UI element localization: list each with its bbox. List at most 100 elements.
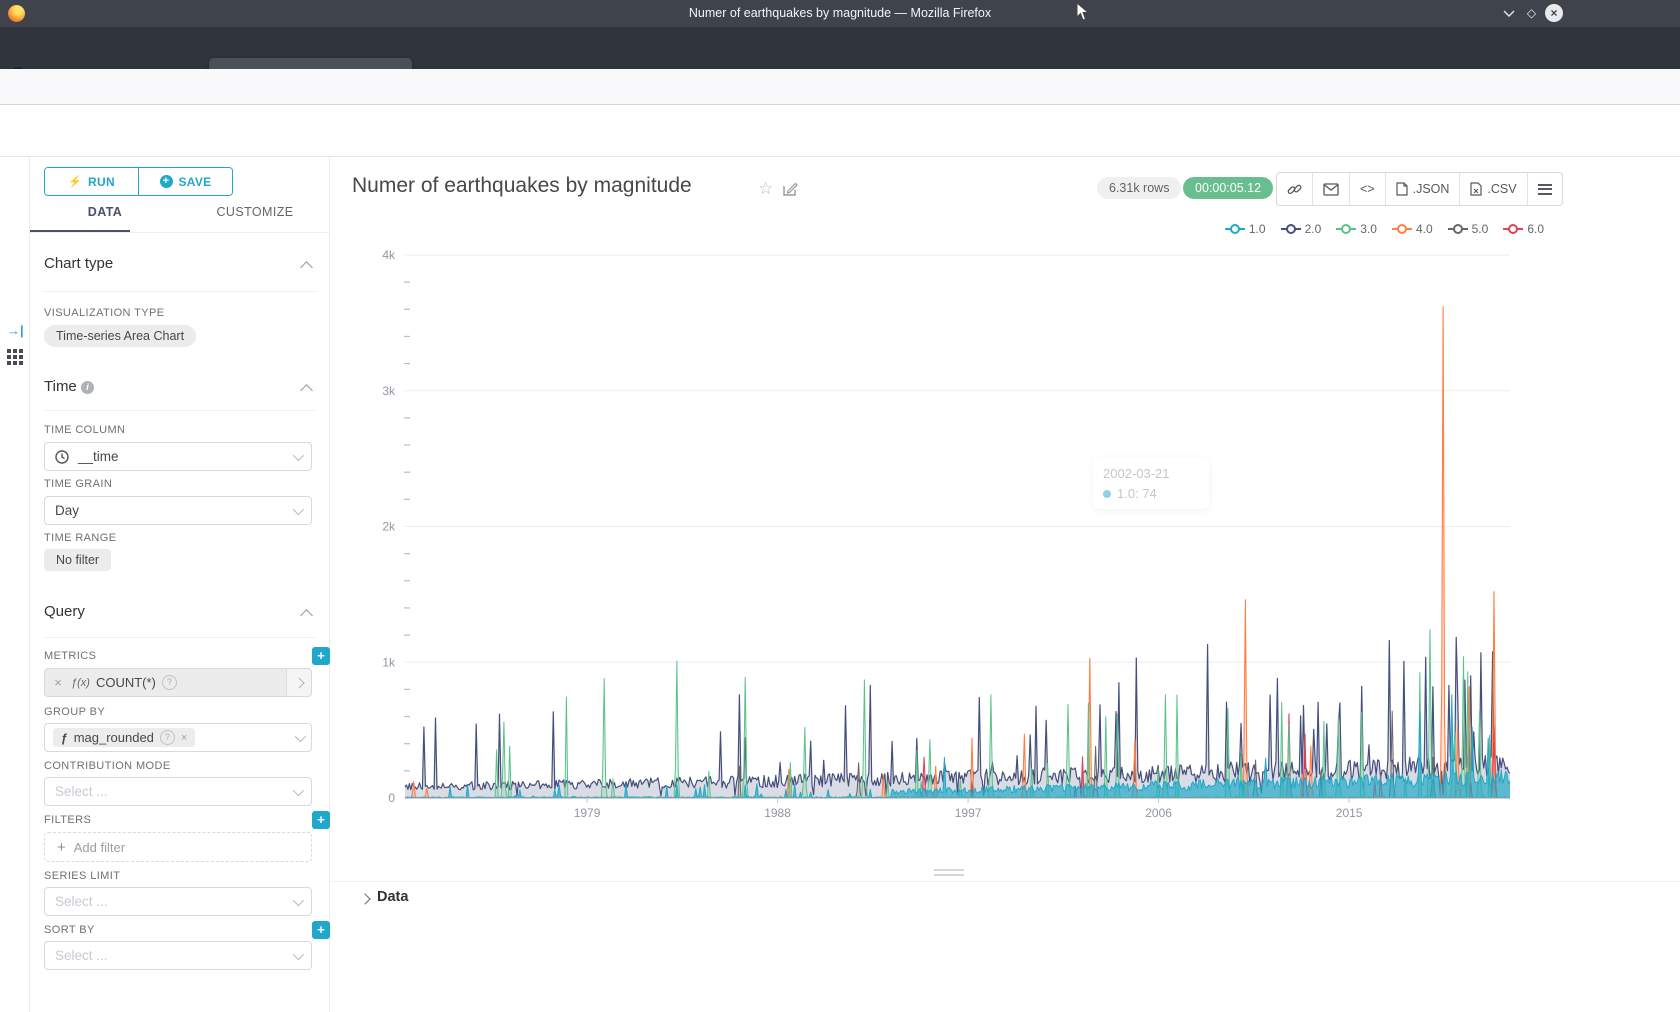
metric-name: COUNT(*) xyxy=(96,675,156,690)
section-chart-type: Chart type xyxy=(44,255,113,272)
tooltip-entry: 1.0: 74 xyxy=(1117,486,1157,501)
column-name: mag_rounded xyxy=(74,730,154,745)
rowcount-badge: 6.31k rows xyxy=(1097,177,1181,199)
tooltip-date: 2002-03-21 xyxy=(1103,466,1199,481)
email-button[interactable] xyxy=(1312,173,1349,205)
favorite-star-icon[interactable]: ☆ xyxy=(758,179,773,199)
tab-data[interactable]: DATA xyxy=(30,205,180,219)
plus-circle-icon: + xyxy=(160,175,173,188)
svg-text:2006: 2006 xyxy=(1145,806,1172,820)
time-grain-value: Day xyxy=(55,503,79,518)
chart-area: Numer of earthquakes by magnitude ☆ 6.31… xyxy=(330,157,1680,1012)
sort-by-select[interactable]: Select ... xyxy=(44,941,312,970)
svg-text:1997: 1997 xyxy=(955,806,982,820)
chevron-right-icon[interactable] xyxy=(359,893,370,904)
add-metric-button[interactable]: + xyxy=(312,647,330,665)
group-by-pill[interactable]: ƒ mag_rounded ? × xyxy=(53,728,195,747)
fx-icon: ƒ(x) xyxy=(71,677,90,689)
window-title: Numer of earthquakes by magnitude — Mozi… xyxy=(0,0,1680,27)
svg-text:2k: 2k xyxy=(382,520,396,534)
copy-link-button[interactable] xyxy=(1277,173,1312,205)
time-range-label: TIME RANGE xyxy=(44,532,116,544)
run-button[interactable]: ⚡ RUN xyxy=(45,168,138,195)
remove-column-icon[interactable]: × xyxy=(181,732,187,744)
svg-text:4k: 4k xyxy=(382,248,396,262)
panel-divider xyxy=(330,881,1680,882)
remove-metric-icon[interactable]: × xyxy=(45,675,71,690)
metric-item[interactable]: × ƒ(x) COUNT(*) ? xyxy=(44,668,312,697)
tab-bar: Apache Druid × ∞ Numer of earthquakes by… xyxy=(0,27,1680,69)
run-save-group: ⚡ RUN + SAVE xyxy=(44,167,233,196)
svg-text:1979: 1979 xyxy=(574,806,601,820)
code-icon: <> xyxy=(1360,182,1375,196)
window-minimize-button[interactable] xyxy=(1500,5,1517,22)
collapse-panel-icon[interactable]: →| xyxy=(7,323,24,338)
viz-type-pill[interactable]: Time-series Area Chart xyxy=(44,325,196,347)
add-filter-plus-button[interactable]: + xyxy=(312,811,330,829)
series-limit-select[interactable]: Select ... xyxy=(44,887,312,916)
time-grain-select[interactable]: Day xyxy=(44,496,312,525)
window-close-button[interactable]: × xyxy=(1545,4,1563,22)
clock-icon xyxy=(55,450,69,464)
select-placeholder: Select ... xyxy=(55,784,108,799)
file-icon xyxy=(1396,182,1408,196)
divider xyxy=(44,637,316,638)
chevron-up-icon[interactable] xyxy=(300,261,313,274)
chevron-down-icon xyxy=(293,784,304,795)
envelope-icon xyxy=(1323,183,1339,196)
chevron-up-icon[interactable] xyxy=(300,609,313,622)
export-json-button[interactable]: .JSON xyxy=(1385,173,1460,205)
file-csv-icon xyxy=(1470,182,1482,196)
svg-text:3k: 3k xyxy=(382,384,396,398)
select-placeholder: Select ... xyxy=(55,894,108,909)
embed-code-button[interactable]: <> xyxy=(1349,173,1385,205)
timeseries-area-chart[interactable]: 01k2k3k4k19791988199720062015 xyxy=(330,215,1680,840)
svg-text:1k: 1k xyxy=(382,655,396,669)
contribution-mode-label: CONTRIBUTION MODE xyxy=(44,760,171,772)
chevron-right-icon xyxy=(293,677,304,688)
query-timer-badge: 00:00:05.12 xyxy=(1183,177,1273,199)
group-by-label: GROUP BY xyxy=(44,706,105,718)
plus-icon: + xyxy=(57,839,66,856)
add-filter-label: Add filter xyxy=(74,840,125,855)
chevron-down-icon xyxy=(293,503,304,514)
metric-expand[interactable] xyxy=(286,669,311,696)
left-rail: →| xyxy=(0,157,30,1012)
filters-label: FILTERS xyxy=(44,814,91,826)
screen: Numer of earthquakes by magnitude — Mozi… xyxy=(0,0,1680,1012)
tab-customize[interactable]: CUSTOMIZE xyxy=(180,205,330,219)
contribution-mode-select[interactable]: Select ... xyxy=(44,777,312,806)
link-icon xyxy=(1287,182,1302,197)
time-column-label: TIME COLUMN xyxy=(44,424,125,436)
chart-tooltip: 2002-03-21 1.0: 74 xyxy=(1093,458,1209,509)
save-button[interactable]: + SAVE xyxy=(138,168,232,195)
dataset-grid-icon[interactable] xyxy=(7,349,23,365)
series-limit-label: SERIES LIMIT xyxy=(44,870,120,882)
window-maximize-button[interactable]: ◇ xyxy=(1523,5,1540,22)
add-filter-box[interactable]: + Add filter xyxy=(44,832,312,862)
menu-icon xyxy=(1538,181,1552,197)
chevron-up-icon[interactable] xyxy=(300,384,313,397)
mouse-cursor xyxy=(1076,2,1090,22)
data-panel-header[interactable]: Data xyxy=(377,889,408,905)
chart-menu-button[interactable] xyxy=(1527,173,1562,205)
csv-label: .CSV xyxy=(1487,182,1516,196)
viz-type-label: VISUALIZATION TYPE xyxy=(44,307,165,319)
json-label: .JSON xyxy=(1413,182,1450,196)
add-sort-by-button[interactable]: + xyxy=(312,921,330,939)
export-csv-button[interactable]: .CSV xyxy=(1459,173,1526,205)
group-by-select[interactable]: ƒ mag_rounded ? × xyxy=(44,723,312,752)
select-placeholder: Select ... xyxy=(55,948,108,963)
metrics-label: METRICS xyxy=(44,650,96,662)
resize-handle[interactable] xyxy=(934,866,964,879)
svg-text:2015: 2015 xyxy=(1336,806,1363,820)
series-dot-icon xyxy=(1103,490,1111,498)
time-column-value: __time xyxy=(78,449,119,464)
chart-title: Numer of earthquakes by magnitude xyxy=(352,174,692,198)
section-query: Query xyxy=(44,603,85,620)
time-column-select[interactable]: __time xyxy=(44,442,312,471)
divider xyxy=(30,232,330,233)
edit-title-icon[interactable] xyxy=(782,181,798,197)
question-icon: ? xyxy=(160,730,175,745)
time-range-pill[interactable]: No filter xyxy=(44,549,111,571)
